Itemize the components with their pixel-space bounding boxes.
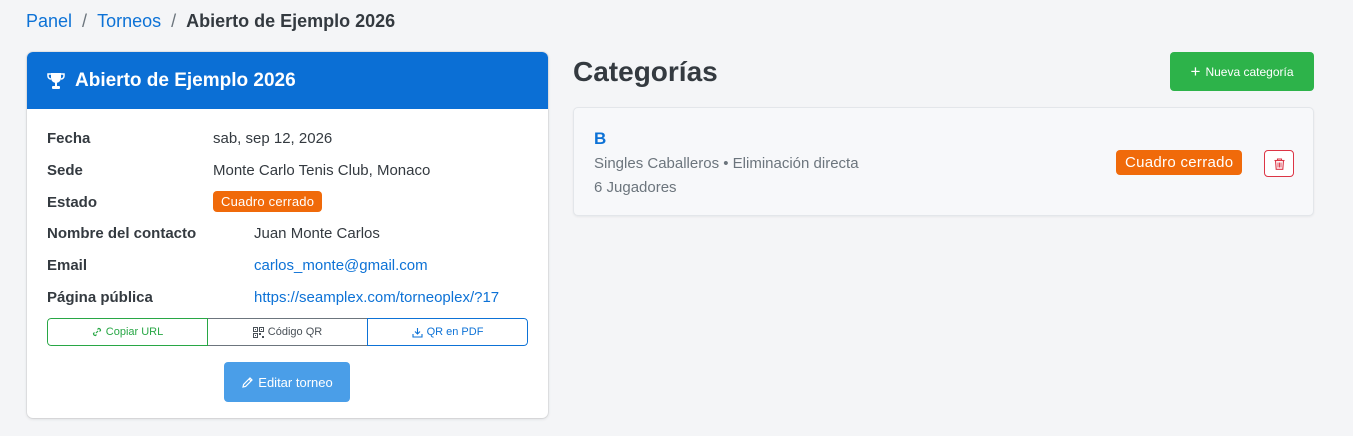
plus-icon: + — [1190, 62, 1201, 81]
edit-tournament-button[interactable]: Editar torneo — [224, 362, 350, 402]
new-category-button[interactable]: + Nueva categoría — [1170, 52, 1314, 91]
pagina-publica-link[interactable]: https://seamplex.com/torneoplex/?17 — [254, 289, 499, 306]
email-link[interactable]: carlos_monte@gmail.com — [254, 257, 428, 274]
qr-code-button[interactable]: Código QR — [208, 318, 367, 346]
breadcrumb-separator: / — [171, 11, 177, 31]
tournament-card: Abierto de Ejemplo 2026 Fecha sab, sep 1… — [27, 52, 548, 418]
tournament-title: Abierto de Ejemplo 2026 — [75, 69, 296, 91]
new-category-label: Nueva categoría — [1205, 64, 1294, 79]
pagina-publica-label: Página pública — [47, 289, 153, 306]
category-players: 6 Jugadores — [594, 179, 677, 196]
share-button-group: Copiar URL Código QR QR en PDF — [47, 318, 528, 346]
qr-code-label: Código QR — [267, 326, 323, 338]
breadcrumb-torneos-link[interactable]: Torneos — [97, 11, 161, 32]
trophy-icon — [47, 72, 65, 90]
estado-label: Estado — [47, 194, 98, 211]
contacto-value: Juan Monte Carlos — [254, 225, 380, 242]
category-card: B Singles Caballeros • Eliminación direc… — [573, 107, 1314, 216]
fecha-label: Fecha — [47, 130, 91, 147]
download-icon — [412, 327, 423, 338]
copy-url-button[interactable]: Copiar URL — [47, 318, 208, 346]
category-description: Singles Caballeros • Eliminación directa — [594, 155, 859, 172]
tournament-card-header: Abierto de Ejemplo 2026 — [27, 52, 548, 109]
link-icon — [92, 327, 102, 337]
breadcrumb-separator: / — [82, 11, 88, 31]
category-status-badge: Cuadro cerrado — [1116, 150, 1243, 175]
status-badge: Cuadro cerrado — [213, 191, 323, 212]
edit-tournament-label: Editar torneo — [258, 374, 333, 390]
sede-value: Monte Carlo Tenis Club, Monaco — [213, 162, 431, 179]
qr-pdf-label: QR en PDF — [426, 326, 484, 338]
breadcrumb: Panel / Torneos / Abierto de Ejemplo 202… — [26, 11, 395, 32]
email-label: Email — [47, 257, 88, 274]
contacto-label: Nombre del contacto — [47, 225, 197, 242]
trash-icon — [1274, 157, 1285, 170]
estado-value-container: Cuadro cerrado — [213, 191, 323, 212]
pencil-icon — [241, 376, 254, 389]
qr-pdf-button[interactable]: QR en PDF — [367, 318, 528, 346]
copy-url-label: Copiar URL — [105, 326, 164, 338]
sede-label: Sede — [47, 162, 83, 179]
delete-category-button[interactable] — [1264, 150, 1294, 177]
fecha-value: sab, sep 12, 2026 — [213, 130, 333, 147]
qr-code-icon — [252, 326, 264, 338]
breadcrumb-current: Abierto de Ejemplo 2026 — [186, 11, 396, 31]
categories-title: Categorías — [573, 56, 718, 87]
breadcrumb-panel-link[interactable]: Panel — [26, 11, 72, 32]
category-name-link[interactable]: B — [594, 129, 606, 149]
